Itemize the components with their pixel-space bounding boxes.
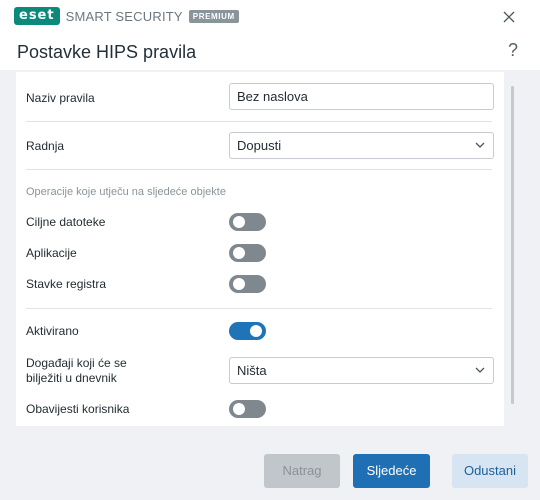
registry-entries-toggle[interactable] <box>229 275 266 293</box>
toggle-knob <box>233 278 245 290</box>
action-select-value: Dopusti <box>237 138 282 153</box>
applications-toggle[interactable] <box>229 244 266 262</box>
toggle-knob <box>233 216 245 228</box>
help-button[interactable]: ? <box>508 40 518 61</box>
notify-user-label: Obavijesti korisnika <box>26 402 130 416</box>
chevron-down-icon <box>475 142 485 148</box>
operations-section-label: Operacije koje utječu na sljedeće objekt… <box>26 186 226 198</box>
eset-logo-badge: eset <box>14 7 60 25</box>
registry-entries-label: Stavke registra <box>26 277 107 291</box>
next-button[interactable]: Sljedeće <box>353 454 430 488</box>
panel-scrollbar[interactable] <box>511 86 514 404</box>
log-events-label: Događaji koji će se bilježiti u dnevnik <box>26 356 127 386</box>
eset-logo: eset SMART SECURITY PREMIUM <box>14 7 239 25</box>
close-icon <box>503 11 515 23</box>
edition-badge: PREMIUM <box>188 9 239 23</box>
action-select[interactable]: Dopusti <box>229 132 494 159</box>
toggle-knob <box>250 325 262 337</box>
divider <box>26 121 492 122</box>
divider <box>26 308 492 309</box>
log-events-label-line2: bilježiti u dnevnik <box>26 371 117 385</box>
enabled-label: Aktivirano <box>26 324 79 338</box>
applications-label: Aplikacije <box>26 246 77 260</box>
product-name: SMART SECURITY <box>65 8 183 24</box>
chevron-down-icon <box>475 367 485 373</box>
rule-name-label: Naziv pravila <box>26 91 95 105</box>
action-label: Radnja <box>26 139 65 153</box>
log-events-select-value: Ništa <box>237 363 267 378</box>
enabled-toggle[interactable] <box>229 322 266 340</box>
toggle-knob <box>233 403 245 415</box>
divider <box>26 169 492 170</box>
close-button[interactable] <box>500 8 518 26</box>
dialog-header: Postavke HIPS pravila ? <box>0 34 540 70</box>
cancel-button[interactable]: Odustani <box>452 454 528 488</box>
log-events-label-line1: Događaji koji će se <box>26 356 127 370</box>
notify-user-toggle[interactable] <box>229 400 266 418</box>
back-button[interactable]: Natrag <box>264 454 340 488</box>
target-files-toggle[interactable] <box>229 213 266 231</box>
title-bar: eset SMART SECURITY PREMIUM <box>0 0 540 34</box>
page-title: Postavke HIPS pravila <box>17 42 197 62</box>
log-events-select[interactable]: Ništa <box>229 357 494 384</box>
rule-settings-panel: Naziv pravila Radnja Dopusti Operacije k… <box>16 72 504 426</box>
target-files-label: Ciljne datoteke <box>26 215 106 229</box>
rule-name-input[interactable] <box>229 83 494 110</box>
toggle-knob <box>233 247 245 259</box>
